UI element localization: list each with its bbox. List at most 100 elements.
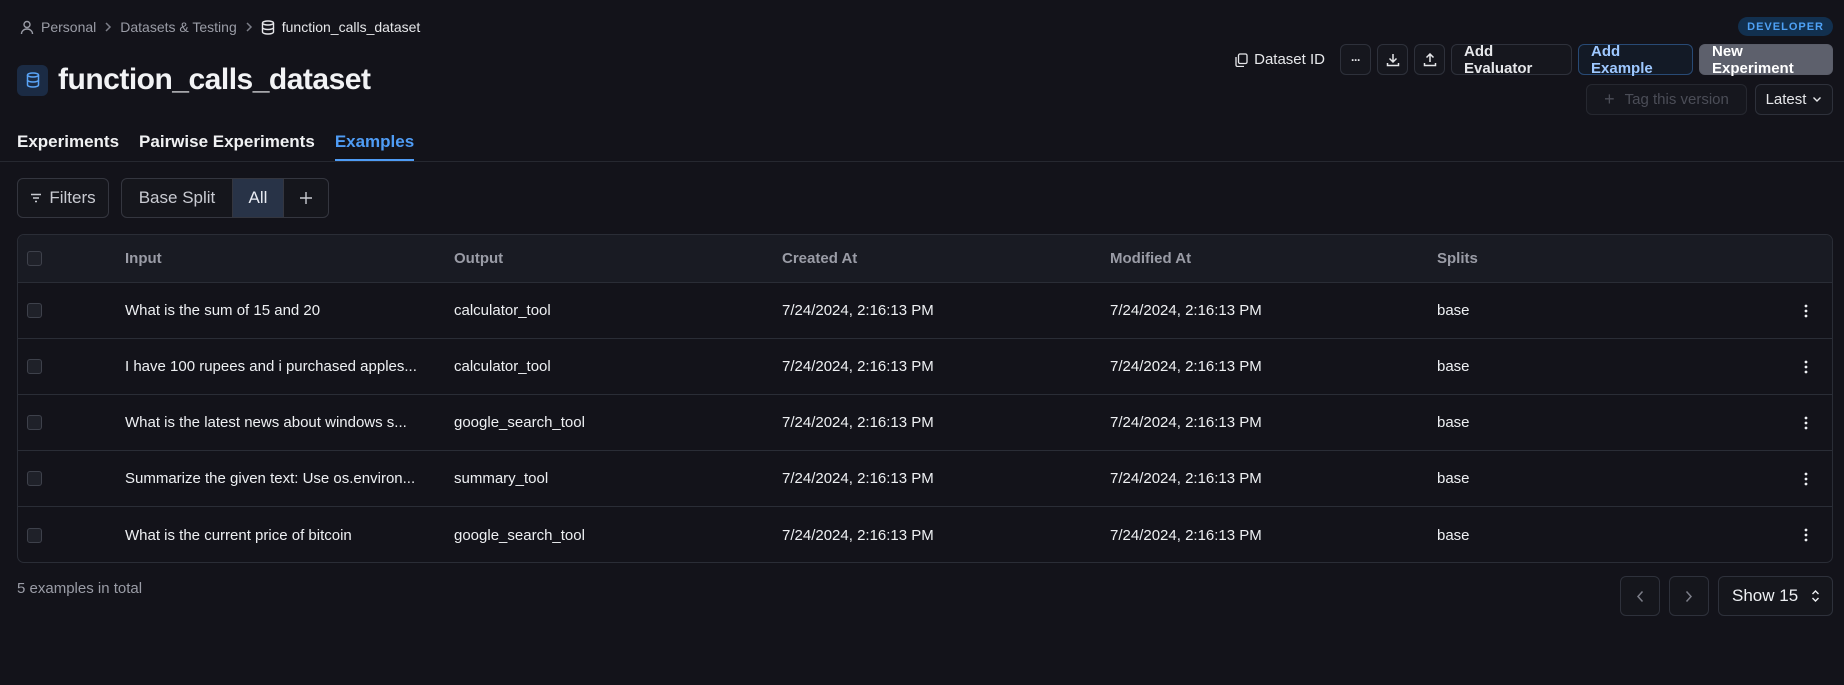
created-at-cell: 7/24/2024, 2:16:13 PM	[782, 526, 934, 544]
table-row[interactable]: What is the sum of 15 and 20 calculator_…	[18, 283, 1832, 339]
breadcrumb-label: Datasets & Testing	[120, 19, 237, 35]
input-cell: What is the latest news about windows s.…	[125, 414, 407, 431]
created-at-cell: 7/24/2024, 2:16:13 PM	[782, 470, 934, 487]
filter-icon	[30, 193, 42, 203]
page-size-label: Show 15	[1732, 586, 1799, 605]
plus-icon: +	[1604, 89, 1615, 109]
row-select-cell	[27, 283, 42, 338]
row-select-cell	[27, 339, 42, 394]
toolbar: Dataset ID ··· Add Evaluator Add Example…	[1226, 43, 1833, 77]
database-icon	[261, 19, 275, 35]
input-cell: Summarize the given text: Use os.environ…	[125, 470, 416, 487]
tab-experiments[interactable]: Experiments	[17, 130, 119, 161]
created-at-cell: 7/24/2024, 2:16:13 PM	[782, 358, 934, 375]
splits-cell: base	[1437, 358, 1470, 375]
splits-cell: base	[1437, 470, 1470, 487]
tab-examples[interactable]: Examples	[334, 130, 415, 161]
row-select-cell	[27, 395, 42, 450]
split-selector: Base Split All	[121, 178, 329, 218]
filters-button[interactable]: Filters	[17, 178, 109, 218]
breadcrumb-label: Personal	[41, 19, 97, 35]
previous-page-button[interactable]	[1620, 576, 1660, 616]
page-title: function_calls_dataset	[58, 63, 371, 96]
upload-button[interactable]	[1414, 44, 1445, 75]
chevron-right-icon	[104, 22, 112, 32]
upload-icon	[1423, 52, 1437, 67]
splits-cell: base	[1437, 302, 1470, 319]
copy-icon	[1235, 52, 1248, 67]
splits-cell: base	[1437, 414, 1470, 431]
page-header: function_calls_dataset	[17, 62, 371, 98]
column-header-output[interactable]: Output	[454, 235, 503, 282]
download-button[interactable]	[1377, 44, 1408, 75]
chevron-right-icon	[1685, 590, 1693, 603]
dataset-id-button[interactable]: Dataset ID	[1226, 44, 1334, 75]
row-checkbox[interactable]	[27, 471, 42, 486]
version-select[interactable]: Latest	[1755, 84, 1833, 115]
breadcrumb-datasets[interactable]: Datasets & Testing	[120, 19, 236, 35]
chevron-down-icon	[1812, 96, 1822, 103]
input-cell: I have 100 rupees and i purchased apples…	[125, 358, 417, 375]
created-at-cell: 7/24/2024, 2:16:13 PM	[782, 414, 934, 431]
add-evaluator-button[interactable]: Add Evaluator	[1451, 43, 1572, 77]
download-icon	[1386, 53, 1400, 67]
column-header-created-at[interactable]: Created At	[782, 235, 857, 282]
person-icon	[20, 20, 34, 35]
tab-pairwise-experiments[interactable]: Pairwise Experiments	[139, 130, 315, 161]
breadcrumb: Personal Datasets & Testing function_cal…	[20, 17, 420, 37]
more-options-button[interactable]: ···	[1340, 44, 1371, 75]
row-checkbox[interactable]	[27, 303, 42, 318]
modified-at-cell: 7/24/2024, 2:16:13 PM	[1110, 526, 1262, 544]
kebab-menu-icon[interactable]	[1804, 283, 1808, 338]
output-cell: google_search_tool	[454, 526, 585, 544]
output-cell: calculator_tool	[454, 302, 551, 319]
table-row[interactable]: What is the latest news about windows s.…	[18, 395, 1832, 451]
column-header-input[interactable]: Input	[125, 235, 162, 282]
input-cell: What is the sum of 15 and 20	[125, 302, 321, 319]
chevron-left-icon	[1636, 590, 1644, 603]
modified-at-cell: 7/24/2024, 2:16:13 PM	[1110, 358, 1262, 375]
splits-cell: base	[1437, 526, 1470, 544]
output-cell: summary_tool	[454, 470, 549, 487]
row-select-cell	[27, 507, 42, 562]
modified-at-cell: 7/24/2024, 2:16:13 PM	[1110, 302, 1262, 319]
output-cell: google_search_tool	[454, 414, 585, 431]
database-icon	[17, 64, 48, 96]
add-split-button[interactable]	[284, 179, 328, 217]
split-all[interactable]: All	[232, 179, 284, 217]
split-base[interactable]: Base Split	[122, 179, 232, 217]
kebab-menu-icon[interactable]	[1804, 395, 1808, 450]
page-size-select[interactable]: Show 15	[1718, 576, 1833, 616]
breadcrumb-personal[interactable]: Personal	[20, 19, 96, 35]
output-cell: calculator_tool	[454, 358, 551, 375]
filters-label: Filters	[49, 188, 96, 207]
kebab-menu-icon[interactable]	[1804, 451, 1808, 506]
add-example-button[interactable]: Add Example	[1578, 43, 1693, 77]
table-header: Input Output Created At Modified At Spli…	[18, 235, 1832, 283]
breadcrumb-label: function_calls_dataset	[281, 19, 421, 35]
column-header-splits[interactable]: Splits	[1437, 235, 1478, 282]
column-header-modified-at[interactable]: Modified At	[1110, 235, 1191, 282]
row-checkbox[interactable]	[27, 359, 42, 374]
modified-at-cell: 7/24/2024, 2:16:13 PM	[1110, 414, 1262, 431]
select-all-checkbox[interactable]	[27, 251, 42, 266]
kebab-menu-icon[interactable]	[1804, 339, 1808, 394]
tag-version-label: Tag this version	[1624, 91, 1729, 108]
chevron-right-icon	[245, 22, 253, 32]
examples-table: Input Output Created At Modified At Spli…	[17, 234, 1833, 563]
kebab-menu-icon[interactable]	[1804, 507, 1808, 562]
tag-version-button[interactable]: + Tag this version	[1586, 84, 1747, 115]
examples-total: 5 examples in total	[17, 580, 143, 597]
row-checkbox[interactable]	[27, 527, 42, 543]
row-select-cell	[27, 451, 42, 506]
created-at-cell: 7/24/2024, 2:16:13 PM	[782, 302, 934, 319]
table-row[interactable]: I have 100 rupees and i purchased apples…	[18, 339, 1832, 395]
table-row[interactable]: Summarize the given text: Use os.environ…	[18, 451, 1832, 507]
breadcrumb-current: function_calls_dataset	[261, 19, 421, 35]
row-checkbox[interactable]	[27, 415, 42, 430]
more-label: ···	[1351, 52, 1361, 67]
input-cell: What is the current price of bitcoin	[125, 526, 352, 544]
next-page-button[interactable]	[1669, 576, 1709, 616]
new-experiment-button[interactable]: New Experiment	[1699, 43, 1833, 77]
table-row[interactable]: What is the current price of bitcoin goo…	[18, 507, 1832, 562]
